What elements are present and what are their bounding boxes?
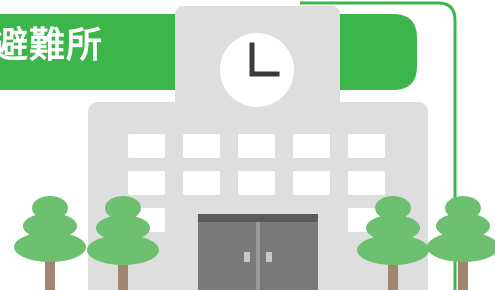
double-door-icon — [198, 214, 318, 290]
clock-icon — [220, 33, 294, 107]
tree-icon — [427, 196, 495, 290]
shelter-title: 避難所 — [0, 25, 104, 66]
tree-icon — [14, 196, 86, 290]
shelter-illustration: 避難所 — [0, 0, 495, 290]
